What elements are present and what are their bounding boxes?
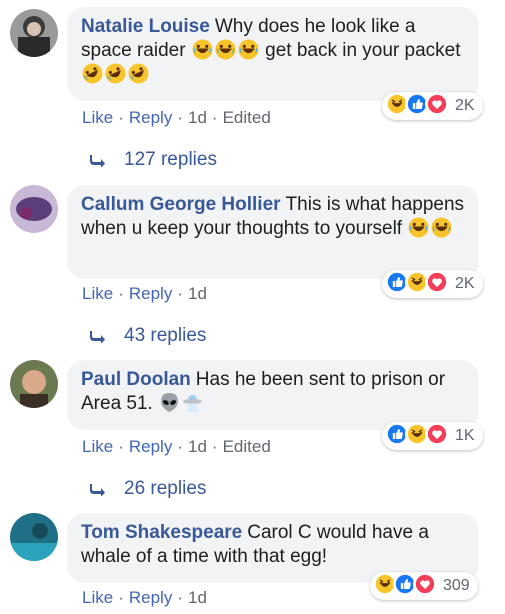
like-link[interactable]: Like	[82, 108, 113, 127]
comment-author[interactable]: Callum George Hollier	[81, 194, 281, 215]
reactions-summary[interactable]: 2K	[382, 91, 483, 121]
laugh-cry-icon	[430, 217, 453, 239]
comment-actions: Like · Reply · 1d	[82, 588, 207, 608]
comment-author[interactable]: Paul Doolan	[81, 369, 191, 390]
comment-actions: Like · Reply · 1d · Edited	[82, 108, 271, 128]
reaction-count: 2K	[455, 97, 475, 114]
comment-author[interactable]: Natalie Louise	[81, 16, 210, 37]
rofl-icon	[127, 63, 150, 85]
view-replies-link[interactable]: 127 replies	[90, 149, 217, 171]
like-link[interactable]: Like	[82, 284, 113, 303]
separator-dot: ·	[177, 437, 183, 456]
comment-bubble: Callum George Hollier This is what happen…	[67, 185, 479, 279]
like-reaction-icon	[405, 91, 429, 121]
haha-reaction-icon	[405, 269, 429, 299]
separator-dot: ·	[118, 588, 124, 607]
separator-dot: ·	[118, 108, 124, 127]
replies-count[interactable]: 43 replies	[124, 325, 206, 347]
laugh-cry-icon	[191, 39, 214, 61]
reaction-count: 2K	[455, 275, 475, 292]
comment-actions: Like · Reply · 1d · Edited	[82, 437, 271, 457]
reply-arrow-icon	[90, 155, 105, 167]
reaction-count: 309	[443, 577, 470, 594]
love-reaction-icon	[425, 91, 449, 121]
comment-bubble: Paul Doolan Has he been sent to prison or…	[67, 360, 479, 430]
separator-dot: ·	[118, 437, 124, 456]
avatar[interactable]	[10, 185, 58, 233]
ufo-icon	[181, 393, 204, 414]
love-reaction-icon	[413, 571, 437, 601]
avatar[interactable]	[10, 513, 58, 561]
like-link[interactable]: Like	[82, 588, 113, 607]
separator-dot: ·	[211, 437, 218, 456]
view-replies-link[interactable]: 26 replies	[90, 478, 206, 500]
replies-count[interactable]: 127 replies	[124, 149, 217, 171]
view-replies-link[interactable]: 43 replies	[90, 325, 206, 347]
reaction-count: 1K	[455, 427, 475, 444]
comment-text: get back in your packet	[265, 40, 461, 61]
laugh-cry-icon	[214, 39, 237, 61]
laugh-cry-icon	[407, 217, 430, 239]
reply-link[interactable]: Reply	[129, 588, 172, 607]
reply-arrow-icon	[90, 331, 105, 343]
love-reaction-icon	[425, 421, 449, 451]
edited-label[interactable]: Edited	[223, 437, 271, 456]
like-link[interactable]: Like	[82, 437, 113, 456]
edited-label[interactable]: Edited	[223, 108, 271, 127]
timestamp[interactable]: 1d	[188, 588, 207, 607]
avatar[interactable]	[10, 360, 58, 408]
rofl-icon	[81, 63, 104, 85]
love-reaction-icon	[425, 269, 449, 299]
reactions-summary[interactable]: 309	[370, 571, 478, 601]
like-reaction-icon	[385, 421, 409, 451]
reply-link[interactable]: Reply	[129, 284, 172, 303]
like-reaction-icon	[385, 269, 409, 299]
haha-reaction-icon	[373, 571, 397, 601]
alien-icon	[158, 393, 181, 414]
rofl-icon	[104, 63, 127, 85]
reactions-summary[interactable]: 1K	[382, 421, 483, 451]
reply-arrow-icon	[90, 484, 105, 496]
timestamp[interactable]: 1d	[188, 108, 207, 127]
reactions-summary[interactable]: 2K	[382, 269, 483, 299]
timestamp[interactable]: 1d	[188, 437, 207, 456]
separator-dot: ·	[118, 284, 124, 303]
haha-reaction-icon	[405, 421, 429, 451]
haha-reaction-icon	[385, 91, 409, 121]
like-reaction-icon	[393, 571, 417, 601]
reply-link[interactable]: Reply	[129, 437, 172, 456]
comment-bubble: Natalie Louise Why does he look like a sp…	[67, 7, 479, 101]
reply-link[interactable]: Reply	[129, 108, 172, 127]
comment-author[interactable]: Tom Shakespeare	[81, 522, 242, 543]
avatar[interactable]	[10, 9, 58, 57]
laugh-cry-icon	[237, 39, 260, 61]
separator-dot: ·	[177, 108, 183, 127]
separator-dot: ·	[177, 284, 183, 303]
comment-actions: Like · Reply · 1d	[82, 284, 207, 304]
replies-count[interactable]: 26 replies	[124, 478, 206, 500]
separator-dot: ·	[177, 588, 183, 607]
timestamp[interactable]: 1d	[188, 284, 207, 303]
separator-dot: ·	[211, 108, 218, 127]
